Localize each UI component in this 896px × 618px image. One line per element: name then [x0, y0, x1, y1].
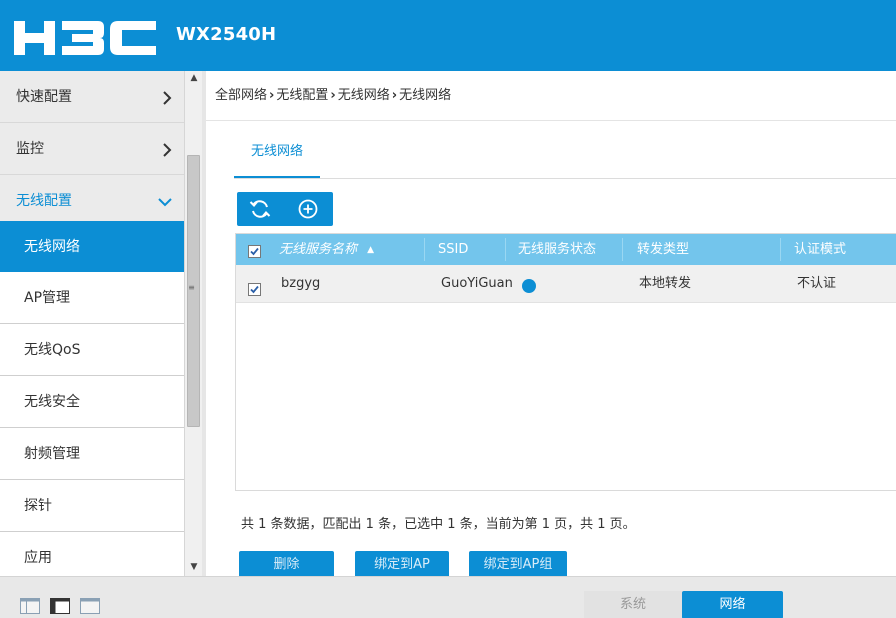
sort-ascending-icon: ▲: [367, 245, 375, 255]
sidebar-item-wireless-security[interactable]: 无线安全: [0, 376, 184, 428]
sidebar-item-label: 无线配置: [16, 193, 72, 209]
sidebar-item-label: 快速配置: [16, 89, 72, 105]
sidebar-item-radio-management[interactable]: 射频管理: [0, 428, 184, 480]
sidebar-item-label: 无线安全: [24, 394, 80, 410]
column-header-service-status[interactable]: 无线服务状态: [518, 234, 596, 265]
breadcrumb-separator-icon: ›: [269, 88, 275, 103]
cell-ssid: GuoYiGuan: [441, 276, 513, 291]
table-header: 无线服务名称 ▲ SSID 无线服务状态 转发类型 认证模式: [236, 234, 896, 265]
sidebar-item-wireless-config[interactable]: 无线配置: [0, 175, 184, 227]
status-enabled-icon: [522, 279, 536, 293]
scroll-down-arrow-icon[interactable]: ▼: [185, 562, 203, 572]
sidebar-item-wireless-network[interactable]: 无线网络: [0, 221, 184, 273]
sidebar-item-label: 无线QoS: [24, 342, 81, 358]
column-divider: [622, 238, 623, 261]
chevron-down-icon: [158, 175, 172, 227]
bind-to-ap-group-button[interactable]: 绑定到AP组: [469, 551, 567, 576]
column-header-service-name[interactable]: 无线服务名称 ▲: [279, 234, 374, 265]
mode-tab-system[interactable]: 系统: [584, 591, 682, 618]
sidebar-item-label: 监控: [16, 141, 44, 157]
app-header: WX2540H: [0, 0, 896, 71]
tab-wireless-network[interactable]: 无线网络: [234, 131, 320, 179]
sidebar-item-ap-management[interactable]: AP管理: [0, 272, 184, 324]
toolbar: [237, 192, 333, 226]
scroll-up-arrow-icon[interactable]: ▲: [185, 73, 203, 83]
wireless-service-table: 无线服务名称 ▲ SSID 无线服务状态 转发类型 认证模式 bzgyg Guo…: [235, 233, 896, 491]
select-all-checkbox[interactable]: [248, 245, 261, 258]
sidebar-item-probe[interactable]: 探针: [0, 480, 184, 532]
breadcrumb-item[interactable]: 无线配置: [276, 88, 328, 103]
sidebar: 快速配置 监控 无线配置 无线网络 AP管理 无线QoS 无线安全 射频管理 探…: [0, 71, 184, 576]
column-divider: [780, 238, 781, 261]
mode-tab-network[interactable]: 网络: [682, 591, 783, 618]
cell-auth-mode: 不认证: [797, 276, 837, 291]
layout-full-icon[interactable]: [80, 598, 100, 614]
breadcrumb: 全部网络 › 无线配置 › 无线网络 › 无线网络: [206, 71, 896, 121]
cell-forward-type: 本地转发: [639, 276, 692, 291]
sidebar-item-wireless-qos[interactable]: 无线QoS: [0, 324, 184, 376]
sidebar-item-label: 应用: [24, 550, 52, 566]
panel-divider: [202, 71, 206, 576]
chevron-right-icon: [162, 71, 172, 123]
sidebar-item-label: 射频管理: [24, 446, 80, 462]
breadcrumb-item: 无线网络: [399, 88, 452, 103]
sidebar-item-application[interactable]: 应用: [0, 532, 184, 576]
footer-bar: 系统 网络: [0, 576, 896, 618]
breadcrumb-item[interactable]: 无线网络: [338, 88, 390, 103]
sidebar-item-monitor[interactable]: 监控: [0, 123, 184, 175]
sidebar-scrollbar[interactable]: ▲ ≡ ▼: [184, 71, 202, 576]
column-header-auth-mode[interactable]: 认证模式: [794, 234, 846, 265]
sidebar-item-label: AP管理: [24, 290, 71, 306]
pagination-summary: 共 1 条数据，匹配出 1 条，已选中 1 条，当前为第 1 页，共 1 页。: [241, 517, 636, 532]
h3c-logo: [14, 21, 156, 55]
refresh-icon[interactable]: [248, 197, 272, 221]
row-checkbox[interactable]: [248, 283, 261, 296]
column-divider: [424, 238, 425, 261]
table-row[interactable]: bzgyg GuoYiGuan 本地转发 不认证: [236, 265, 896, 303]
column-header-label: 无线服务名称: [279, 242, 358, 257]
chevron-right-icon: [162, 123, 172, 175]
breadcrumb-separator-icon: ›: [391, 88, 398, 103]
column-divider: [505, 238, 506, 261]
add-icon[interactable]: [296, 197, 320, 221]
tab-divider: [234, 178, 896, 179]
breadcrumb-separator-icon: ›: [330, 88, 336, 103]
sidebar-item-label: 无线网络: [24, 239, 80, 255]
cell-service-name[interactable]: bzgyg: [281, 265, 320, 303]
bind-to-ap-button[interactable]: 绑定到AP: [355, 551, 449, 576]
scrollbar-grip-icon: ≡: [188, 283, 195, 292]
column-header-ssid[interactable]: SSID: [438, 234, 468, 265]
layout-split-icon[interactable]: [20, 598, 40, 614]
delete-button[interactable]: 删除: [239, 551, 334, 576]
layout-sidebar-icon[interactable]: [50, 598, 70, 614]
column-header-forward-type[interactable]: 转发类型: [637, 234, 689, 265]
sidebar-item-label: 探针: [24, 498, 52, 514]
device-model: WX2540H: [176, 24, 277, 45]
breadcrumb-item[interactable]: 全部网络: [215, 88, 267, 103]
sidebar-item-quick-config[interactable]: 快速配置: [0, 71, 184, 123]
